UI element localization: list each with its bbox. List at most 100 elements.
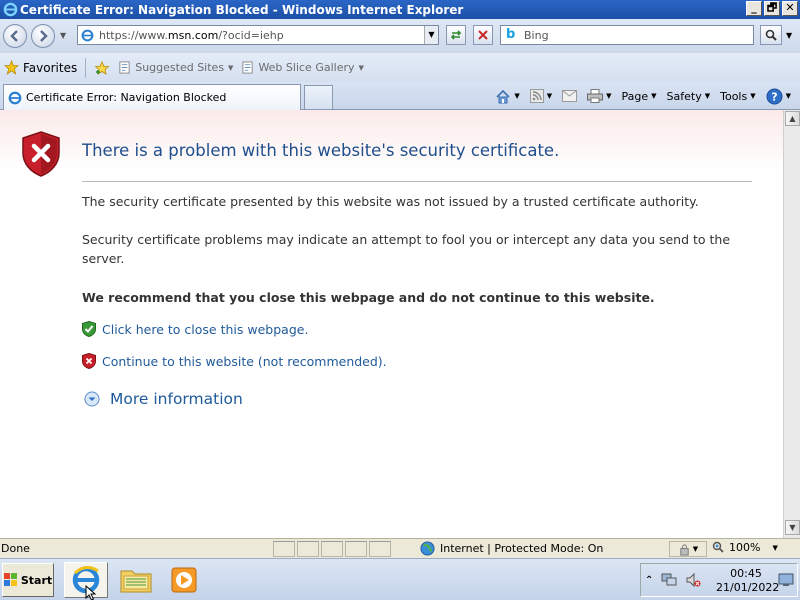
- new-tab-button[interactable]: [304, 85, 333, 109]
- search-button[interactable]: [760, 25, 782, 45]
- protected-mode-button[interactable]: ▼: [669, 541, 707, 557]
- close-button[interactable]: ✕: [782, 1, 798, 16]
- more-information-label[interactable]: More information: [110, 390, 243, 408]
- tab-bar: Certificate Error: Navigation Blocked ▼ …: [0, 82, 800, 110]
- status-cell: [321, 540, 343, 557]
- tools-menu-label: Tools: [720, 89, 748, 103]
- tab-label: Certificate Error: Navigation Blocked: [26, 91, 227, 104]
- page-menu-label: Page: [621, 89, 649, 103]
- page-icon: [242, 61, 254, 74]
- page-title: There is a problem with this website's s…: [82, 141, 560, 160]
- zoom-control[interactable]: 100% ▼: [712, 541, 778, 554]
- media-player-icon: [171, 567, 197, 593]
- stop-icon: [478, 30, 488, 40]
- scroll-up-arrow[interactable]: ▲: [785, 111, 800, 126]
- green-shield-check-icon: [82, 321, 96, 337]
- title-bar: Certificate Error: Navigation Blocked - …: [0, 0, 800, 19]
- volume-muted-icon[interactable]: [685, 572, 701, 588]
- chevron-down-icon: ▼: [651, 92, 657, 100]
- command-bar: ▼ ▼ ▼ Page ▼ Safety ▼ Tools ▼ ? ▼: [492, 86, 794, 106]
- tools-menu[interactable]: Tools ▼: [717, 90, 759, 103]
- back-arrow-icon: [10, 30, 18, 42]
- refresh-icon: [450, 30, 462, 40]
- scroll-down-arrow[interactable]: ▼: [785, 520, 800, 535]
- back-button[interactable]: [3, 24, 27, 48]
- divider: [85, 57, 87, 78]
- search-box[interactable]: b Bing: [500, 25, 754, 45]
- minimize-button[interactable]: _: [746, 1, 762, 16]
- close-webpage-link[interactable]: Click here to close this webpage.: [82, 321, 308, 337]
- address-bar[interactable]: https://www.msn.com/?ocid=iehp ▼: [77, 25, 439, 45]
- forward-button[interactable]: [31, 24, 55, 48]
- address-dropdown-icon[interactable]: ▼: [424, 26, 438, 44]
- recent-pages-dropdown-icon[interactable]: ▼: [60, 31, 66, 40]
- favorites-bar: Favorites Suggested Sites ▼ Web Slice Ga…: [0, 53, 800, 82]
- maximize-button[interactable]: 🗗: [764, 1, 780, 16]
- show-desktop-icon[interactable]: [778, 573, 794, 587]
- page-content: There is a problem with this website's s…: [0, 110, 783, 538]
- taskbar-windows-explorer[interactable]: [114, 562, 158, 598]
- window-controls: _ 🗗 ✕: [746, 1, 798, 16]
- clock-time: 00:45: [730, 567, 762, 580]
- continue-website-label[interactable]: Continue to this website (not recommende…: [102, 354, 387, 369]
- stop-button[interactable]: [473, 25, 493, 45]
- taskbar-internet-explorer[interactable]: [64, 562, 108, 600]
- home-icon: [496, 89, 510, 103]
- address-url[interactable]: https://www.msn.com/?ocid=iehp: [99, 29, 284, 42]
- warning-text: Security certificate problems may indica…: [82, 232, 731, 266]
- chevron-down-icon: ▼: [606, 92, 612, 100]
- suggested-sites-item[interactable]: Suggested Sites ▼: [114, 57, 237, 79]
- notification-area: ⌃ 00:45 21/01/2022: [640, 563, 798, 597]
- rss-icon: [529, 89, 544, 103]
- home-button[interactable]: ▼: [492, 89, 522, 104]
- compatibility-refresh-button[interactable]: [446, 25, 466, 45]
- chevron-down-icon: ▼: [772, 543, 778, 552]
- zone-label: Internet | Protected Mode: On: [440, 542, 604, 555]
- read-mail-button[interactable]: [559, 90, 580, 102]
- print-button[interactable]: ▼: [584, 89, 614, 103]
- page-menu[interactable]: Page ▼: [619, 90, 660, 103]
- start-label: Start: [20, 573, 53, 587]
- status-cell: [273, 540, 295, 557]
- start-button[interactable]: Start: [2, 563, 54, 597]
- chevron-down-icon: ▼: [750, 92, 756, 100]
- show-hidden-icons-button[interactable]: ⌃: [645, 575, 653, 586]
- chevron-down-icon: ▼: [692, 545, 699, 553]
- close-webpage-label[interactable]: Click here to close this webpage.: [102, 322, 308, 337]
- chevron-down-icon: ▼: [546, 92, 553, 100]
- page-icon: [119, 61, 130, 74]
- vertical-scrollbar[interactable]: ▲ ▼: [783, 110, 800, 538]
- expand-circle-icon: [84, 391, 100, 407]
- chevron-down-icon: ▼: [358, 63, 364, 72]
- safety-menu-label: Safety: [666, 89, 702, 103]
- favorites-button[interactable]: Favorites: [0, 57, 81, 79]
- tab-certificate-error[interactable]: Certificate Error: Navigation Blocked: [3, 84, 301, 110]
- folder-icon: [120, 570, 152, 593]
- continue-website-link[interactable]: Continue to this website (not recommende…: [82, 353, 387, 369]
- chevron-down-icon: ▼: [785, 92, 791, 100]
- favorites-label: Favorites: [23, 60, 78, 75]
- safety-menu[interactable]: Safety ▼: [664, 90, 714, 103]
- search-input[interactable]: Bing: [524, 29, 549, 42]
- status-text: Done: [1, 542, 30, 555]
- web-slice-gallery-item[interactable]: Web Slice Gallery ▼: [237, 57, 367, 79]
- recommendation-text: We recommend that you close this webpage…: [82, 290, 655, 305]
- clock[interactable]: 00:45 21/01/2022: [716, 567, 779, 595]
- ie-icon: [2, 2, 18, 18]
- taskbar-media-player[interactable]: [162, 562, 206, 598]
- bing-icon: b: [506, 27, 516, 42]
- svg-text:?: ?: [771, 90, 777, 103]
- ie-icon: [8, 91, 22, 104]
- help-button[interactable]: ? ▼: [763, 88, 794, 105]
- search-options-icon[interactable]: ▼: [786, 31, 792, 40]
- red-shield-x-icon: [82, 353, 96, 369]
- star-icon: [4, 60, 19, 75]
- add-to-favorites-bar-button[interactable]: [90, 57, 114, 79]
- feeds-button[interactable]: ▼: [527, 89, 555, 103]
- more-information-toggle[interactable]: More information: [84, 390, 243, 408]
- mail-icon: [562, 90, 578, 102]
- security-zone[interactable]: Internet | Protected Mode: On: [420, 541, 603, 556]
- divider: [82, 181, 752, 182]
- zoom-level: 100%: [729, 541, 761, 554]
- network-icon[interactable]: [661, 573, 677, 587]
